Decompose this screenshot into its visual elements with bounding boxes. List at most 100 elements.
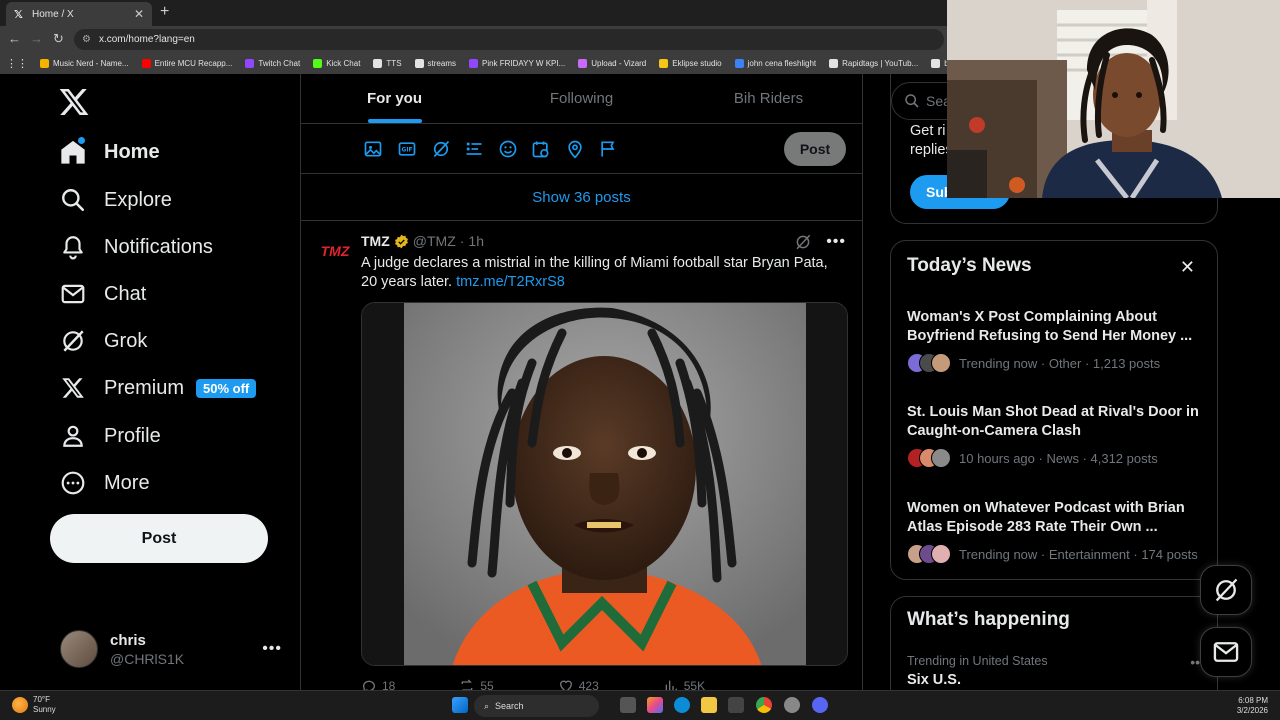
bookmark-label: Kick Chat [326, 58, 361, 68]
obs-icon[interactable] [784, 697, 800, 713]
bookmark-favicon-icon [734, 58, 744, 68]
nav-item-more[interactable]: More [58, 463, 150, 503]
nav-item-profile[interactable]: Profile [58, 416, 161, 456]
account-switcher[interactable]: chris @CHRlS1K ••• [60, 629, 282, 669]
reply-button[interactable]: 18 [361, 678, 395, 690]
bookmark-item[interactable]: john cena fleshlight [734, 58, 816, 68]
webcam-feed-image [947, 0, 1280, 198]
tweet-handle[interactable]: @TMZ [413, 233, 456, 249]
nav-item-grok[interactable]: Grok [58, 321, 147, 361]
grok-icon[interactable] [794, 233, 812, 251]
site-info-icon[interactable]: ⚙ [82, 34, 91, 45]
poll-icon[interactable] [464, 139, 484, 159]
nav-item-premium[interactable]: Premium 50% off [58, 368, 257, 408]
taskbar-search[interactable]: ⌕ Search [474, 695, 599, 717]
bookmark-item[interactable]: TTS [373, 58, 402, 68]
bookmark-item[interactable]: streams [414, 58, 456, 68]
back-icon[interactable]: ← [8, 31, 21, 46]
copilot-icon[interactable] [647, 697, 663, 713]
bookmark-item[interactable]: Rapidtags | YouTub... [829, 58, 919, 68]
more-dots-icon[interactable]: ••• [826, 233, 846, 251]
emoji-icon[interactable] [498, 139, 518, 159]
trend-topic[interactable]: Six U.S. [907, 672, 961, 688]
notification-dot [78, 137, 85, 144]
news-headline: Women on Whatever Podcast with Brian Atl… [907, 500, 1185, 535]
tweet-image[interactable] [361, 302, 848, 666]
grok-floating-button[interactable] [1200, 565, 1252, 615]
bookmark-item[interactable]: Kick Chat [313, 58, 361, 68]
edge-icon[interactable] [674, 697, 690, 713]
flag-icon[interactable] [598, 139, 618, 159]
image-icon[interactable] [363, 139, 383, 159]
bookmark-label: Entire MCU Recapp... [154, 58, 233, 68]
tweet-avatar[interactable]: TMZ [317, 233, 353, 269]
close-tab-icon[interactable]: ✕ [134, 7, 144, 21]
chrome-icon[interactable] [756, 697, 772, 713]
bookmark-favicon-icon [40, 58, 49, 68]
views-button[interactable]: 55K [663, 678, 705, 690]
show-new-posts[interactable]: Show 36 posts [301, 174, 862, 221]
weather-temp: 70°F [33, 695, 50, 704]
tweet-time[interactable]: 1h [468, 233, 484, 249]
tab-for-you[interactable]: For you [301, 74, 488, 123]
nav-label: Home [104, 140, 160, 163]
url-field[interactable]: ⚙ x.com/home?lang=en [74, 29, 944, 50]
grok-icon [1215, 578, 1238, 602]
repost-count: 55 [480, 679, 494, 690]
browser-tab[interactable]: 𝕏 Home / X ✕ [6, 2, 152, 26]
premium-discount-badge: 50% off [196, 378, 257, 398]
tab-bih-riders[interactable]: Bih Riders [675, 74, 862, 123]
news-item[interactable]: Women on Whatever Podcast with Brian Atl… [907, 499, 1203, 564]
weather-widget[interactable]: 70°F Sunny [12, 695, 56, 715]
close-icon[interactable]: ✕ [1180, 257, 1195, 278]
messages-floating-button[interactable] [1200, 627, 1252, 677]
bookmark-item[interactable]: Twitch Chat [245, 58, 300, 68]
grok-icon[interactable] [431, 139, 451, 159]
nav-item-home[interactable]: Home [58, 132, 160, 172]
views-icon [665, 680, 677, 690]
apps-icon[interactable]: ⋮⋮ [6, 57, 28, 70]
discord-icon[interactable] [812, 697, 828, 713]
forward-icon[interactable]: → [30, 31, 43, 46]
task-view-icon[interactable] [620, 697, 636, 713]
reload-icon[interactable]: ↻ [53, 31, 64, 47]
store-icon[interactable] [728, 697, 744, 713]
trend-context: Trending in United States [907, 654, 1048, 668]
x-logo-icon[interactable] [58, 86, 90, 118]
nav-item-explore[interactable]: Explore [58, 180, 172, 220]
nav-item-chat[interactable]: Chat [58, 274, 146, 314]
nav-label: Chat [104, 282, 147, 305]
post-button[interactable]: Post [50, 514, 268, 563]
bookmark-item[interactable]: Music Nerd - Name... [40, 58, 129, 68]
file-explorer-icon[interactable] [701, 697, 717, 713]
tab-following[interactable]: Following [488, 74, 675, 123]
bookmark-item[interactable]: Pink FRIDAYY W KPI... [468, 58, 565, 68]
like-button[interactable]: 423 [558, 678, 599, 690]
bookmark-item[interactable]: Eklipse studio [659, 58, 722, 68]
bookmark-item[interactable]: Upload - Vizard [578, 58, 646, 68]
account-handle: @CHRlS1K [110, 650, 185, 667]
nav-item-notifications[interactable]: Notifications [58, 227, 213, 267]
repost-button[interactable]: 55 [459, 678, 494, 690]
search-icon [905, 94, 919, 108]
news-item[interactable]: Woman's X Post Complaining About Boyfrie… [907, 308, 1203, 373]
gif-icon[interactable]: GIF [397, 139, 417, 159]
more-dots-icon[interactable]: ••• [262, 640, 282, 658]
bookmark-item[interactable]: Entire MCU Recapp... [141, 58, 233, 68]
bookmark-favicon-icon [829, 58, 839, 68]
schedule-icon[interactable] [531, 139, 551, 159]
tweet-author-name[interactable]: TMZ [361, 233, 390, 249]
news-item[interactable]: St. Louis Man Shot Dead at Rival's Door … [907, 403, 1203, 468]
person-icon [58, 421, 88, 451]
tweet[interactable]: TMZ TMZ @TMZ · 1h ••• A judge declares a… [301, 221, 862, 690]
tweet-link[interactable]: tmz.me/T2RxrS8 [456, 274, 565, 290]
bookmark-favicon-icon [578, 58, 588, 68]
bookmark-label: Rapidtags | YouTub... [842, 58, 919, 68]
weather-condition: Sunny [33, 705, 56, 714]
system-clock[interactable]: 6:08 PM 3/2/2026 [1237, 696, 1268, 716]
location-icon[interactable] [565, 139, 585, 159]
windows-start-icon[interactable] [452, 697, 468, 713]
composer-post-button[interactable]: Post [784, 132, 846, 166]
news-meta: Trending now · Entertainment · 174 posts [959, 546, 1198, 562]
new-tab-icon[interactable]: + [160, 3, 169, 21]
